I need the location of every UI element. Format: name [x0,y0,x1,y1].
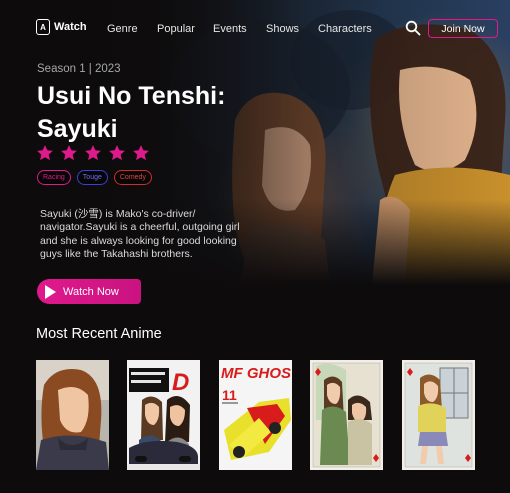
join-now-button[interactable]: Join Now [428,19,498,38]
top-nav: A Watch Genre Popular Events Shows Chara… [0,0,510,56]
play-icon [45,284,56,299]
tag-touge[interactable]: Touge [76,170,108,185]
watch-now-button[interactable]: Watch Now [37,279,141,304]
svg-text:D: D [172,369,189,396]
star-icon [133,145,149,161]
season-info: Season 1 | 2023 [37,63,121,75]
svg-text:MF GHOST: MF GHOST [221,365,292,382]
star-icon [85,145,101,161]
card-playing-card-girl [402,360,475,470]
anime-card[interactable] [310,360,383,470]
nav-link-events[interactable]: Events [213,23,247,35]
nav-link-popular[interactable]: Popular [157,23,195,35]
svg-text:11: 11 [222,387,237,403]
card-sayuki-portrait [36,360,109,470]
hero-description: Sayuki (沙雪) is Mako's co-driver/ navigat… [40,208,240,260]
anime-card[interactable]: MF GHOST 11 [219,360,292,470]
tag-racing[interactable]: Racing [37,170,71,185]
anime-card[interactable] [402,360,475,470]
tag-comedy[interactable]: Comedy [113,170,152,185]
search-button[interactable] [405,20,421,36]
logo-icon: A [36,19,50,35]
nav-link-characters[interactable]: Characters [318,23,372,35]
star-icon [109,145,125,161]
nav-link-shows[interactable]: Shows [266,23,299,35]
logo-text: Watch [54,21,87,33]
genre-tags: Racing Touge Comedy [37,170,152,185]
card-playing-card-duo [310,360,383,470]
page-title: Usui No Tenshi: Sayuki [37,82,226,143]
anime-card[interactable] [36,360,109,470]
rating-stars [36,144,150,162]
watch-now-label: Watch Now [63,285,119,298]
star-icon [61,145,77,161]
section-title-recent: Most Recent Anime [36,326,162,342]
anime-card[interactable]: D [127,360,200,470]
logo[interactable]: A Watch [36,19,87,35]
nav-link-genre[interactable]: Genre [107,23,138,35]
card-initial-d-cover: D [127,360,200,470]
card-mf-ghost-cover: MF GHOST 11 [219,360,292,470]
star-icon [37,145,53,161]
search-icon [405,20,421,36]
